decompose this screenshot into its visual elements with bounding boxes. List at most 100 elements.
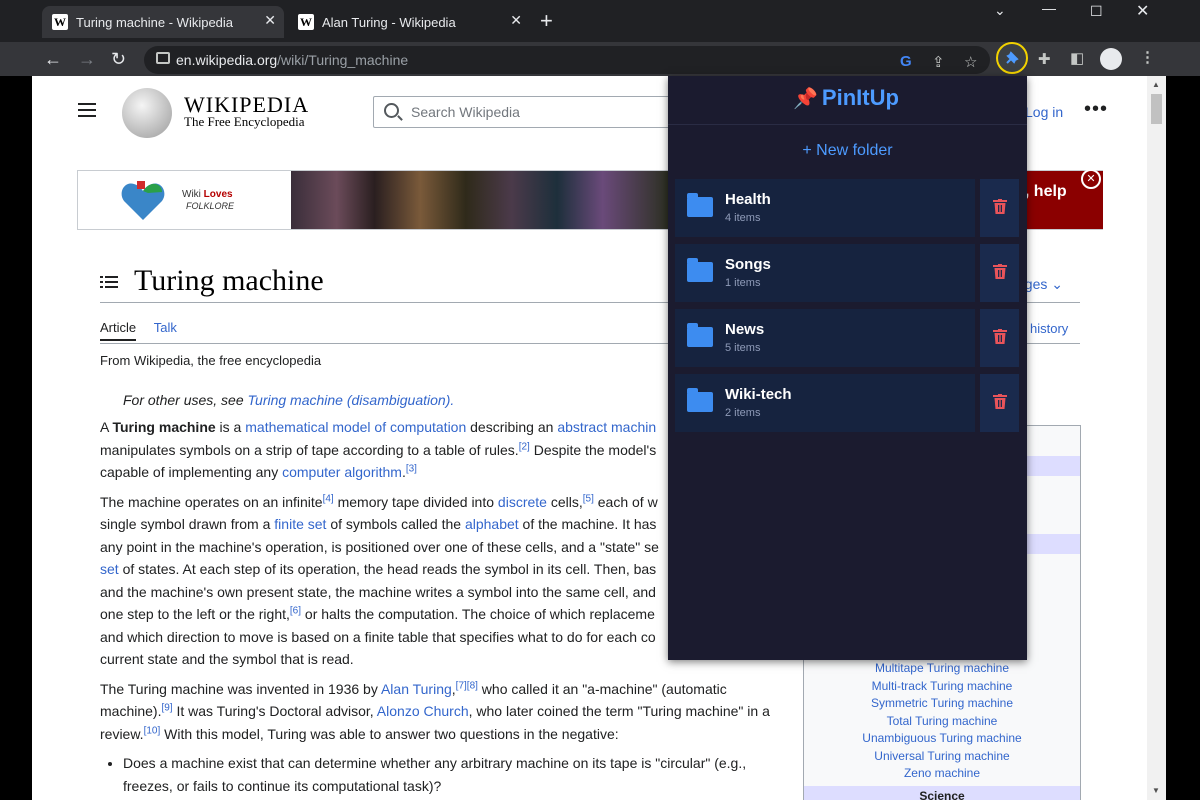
mathematical-model-link[interactable]: mathematical model of computation <box>245 419 466 435</box>
trash-icon <box>993 199 1007 214</box>
browser-toolbar: ← → ↻ en.wikipedia.org/wiki/Turing_machi… <box>0 42 1200 76</box>
folder-name: Songs <box>725 256 771 273</box>
discrete-link[interactable]: discrete <box>498 494 547 510</box>
delete-folder-button[interactable] <box>980 309 1019 367</box>
close-tab-icon[interactable]: ✕ <box>264 12 276 29</box>
folder-songs: Songs 1 items <box>675 244 1019 302</box>
delete-folder-button[interactable] <box>980 179 1019 237</box>
banner-photos <box>291 171 671 229</box>
tab-strip: W Turing machine - Wikipedia ✕ W Alan Tu… <box>0 0 1200 42</box>
folder-open-button[interactable]: Health 4 items <box>675 179 975 237</box>
puzzle-heart-icon <box>121 181 165 220</box>
maximize-icon[interactable]: ☐ <box>1090 3 1103 20</box>
tab-talk[interactable]: Talk <box>154 320 177 335</box>
page-scrollbar[interactable]: ▲ ▼ <box>1147 76 1166 800</box>
new-folder-button[interactable]: + New folder <box>668 142 1027 160</box>
login-link[interactable]: Log in <box>1025 104 1063 120</box>
minimize-icon[interactable]: — <box>1042 0 1056 16</box>
infobox-item[interactable]: Symmetric Turing machine <box>804 696 1080 710</box>
infobox-item[interactable]: Multi-track Turing machine <box>804 679 1080 693</box>
page-tabs: Article Talk <box>100 320 177 341</box>
banner-folklore: FOLKLORE <box>186 201 235 211</box>
computer-algorithm-link[interactable]: computer algorithm <box>282 464 402 480</box>
folder-name: News <box>725 321 765 338</box>
pushpin-icon: 📌 <box>793 88 818 110</box>
banner-close-icon[interactable]: ✕ <box>1081 169 1101 189</box>
forward-arrow-icon[interactable]: → <box>78 48 96 70</box>
wikipedia-tagline: The Free Encyclopedia <box>184 114 305 129</box>
infobox-section-science: Science <box>919 789 965 800</box>
tab-title: Alan Turing - Wikipedia <box>322 14 456 30</box>
alonzo-church-link[interactable]: Alonzo Church <box>377 703 469 719</box>
bookmark-star-icon[interactable]: ☆ <box>964 53 977 71</box>
banner-wiki-loves: Wiki Loves <box>182 189 233 200</box>
search-input[interactable]: Search Wikipedia <box>373 96 673 128</box>
alphabet-link[interactable]: alphabet <box>465 516 519 532</box>
tab-turing-machine[interactable]: W Turing machine - Wikipedia ✕ <box>42 6 284 38</box>
google-icon[interactable]: G <box>900 53 912 70</box>
delete-folder-button[interactable] <box>980 244 1019 302</box>
pinitup-extension-icon[interactable] <box>996 42 1028 74</box>
from-wikipedia: From Wikipedia, the free encyclopedia <box>100 353 322 368</box>
side-panel-icon[interactable]: ◧ <box>1070 49 1084 67</box>
folder-name: Wiki-tech <box>725 386 792 403</box>
share-icon[interactable]: ⇪ <box>932 53 945 71</box>
folder-wiki-tech: Wiki-tech 2 items <box>675 374 1019 432</box>
tab-alan-turing[interactable]: W Alan Turing - Wikipedia ✕ <box>288 6 530 38</box>
set-link[interactable]: set <box>100 561 119 577</box>
folder-name: Health <box>725 191 771 208</box>
infobox-item[interactable]: Unambiguous Turing machine <box>804 731 1080 745</box>
reload-icon[interactable]: ↻ <box>111 48 126 70</box>
close-tab-icon[interactable]: ✕ <box>510 12 522 29</box>
infobox-item[interactable]: Total Turing machine <box>804 714 1080 728</box>
url-text: en.wikipedia.org/wiki/Turing_machine <box>176 52 409 68</box>
finite-set-link[interactable]: finite set <box>274 516 326 532</box>
folder-open-button[interactable]: Songs 1 items <box>675 244 975 302</box>
scrollbar-thumb[interactable] <box>1151 94 1162 124</box>
search-icon <box>384 103 399 118</box>
tab-title: Turing machine - Wikipedia <box>76 14 234 30</box>
folder-icon <box>687 258 713 282</box>
menu-kebab-icon[interactable]: ⋮ <box>1140 48 1155 66</box>
window-edge-right <box>1166 76 1200 800</box>
delete-folder-button[interactable] <box>980 374 1019 432</box>
window-edge-left <box>0 76 32 800</box>
wikipedia-favicon-icon: W <box>52 14 68 30</box>
search-placeholder: Search Wikipedia <box>411 104 520 120</box>
address-bar[interactable]: en.wikipedia.org/wiki/Turing_machine G ⇪… <box>144 46 990 74</box>
more-options-icon[interactable]: ••• <box>1084 98 1108 121</box>
folder-count: 1 items <box>725 277 761 289</box>
folder-open-button[interactable]: News 5 items <box>675 309 975 367</box>
table-of-contents-icon[interactable] <box>100 274 118 290</box>
close-window-icon[interactable]: ✕ <box>1136 1 1149 21</box>
folder-health: Health 4 items <box>675 179 1019 237</box>
infobox-item[interactable]: Universal Turing machine <box>804 749 1080 763</box>
folder-count: 2 items <box>725 407 761 419</box>
folder-icon <box>687 193 713 217</box>
tab-search-icon[interactable]: ⌄ <box>994 2 1006 19</box>
folder-open-button[interactable]: Wiki-tech 2 items <box>675 374 975 432</box>
folder-count: 4 items <box>725 212 761 224</box>
page-title: Turing machine <box>134 264 324 297</box>
alan-turing-link[interactable]: Alan Turing <box>381 681 452 697</box>
extensions-puzzle-icon[interactable]: ✚ <box>1038 50 1051 68</box>
scroll-up-icon[interactable]: ▲ <box>1152 80 1160 89</box>
main-menu-icon[interactable] <box>78 103 96 117</box>
scroll-down-icon[interactable]: ▼ <box>1152 786 1160 795</box>
wikipedia-globe-logo[interactable] <box>122 88 172 138</box>
hatnote: For other uses, see Turing machine (disa… <box>123 392 455 408</box>
tab-article[interactable]: Article <box>100 320 137 341</box>
disambiguation-link[interactable]: Turing machine (disambiguation). <box>248 392 455 408</box>
profile-avatar[interactable] <box>1100 48 1122 70</box>
infobox-item[interactable]: Zeno machine <box>804 766 1080 780</box>
back-arrow-icon[interactable]: ← <box>44 48 62 70</box>
folder-icon <box>687 323 713 347</box>
wikipedia-favicon-icon: W <box>298 14 314 30</box>
lock-icon <box>156 52 170 64</box>
chevron-down-icon: ⌄ <box>1051 276 1063 292</box>
abstract-machine-link[interactable]: abstract machin <box>557 419 656 435</box>
infobox-item[interactable]: Multitape Turing machine <box>804 661 1080 675</box>
folder-count: 5 items <box>725 342 761 354</box>
new-tab-button[interactable]: + <box>540 10 553 32</box>
pinitup-brand: 📌 PinItUp <box>793 85 899 110</box>
